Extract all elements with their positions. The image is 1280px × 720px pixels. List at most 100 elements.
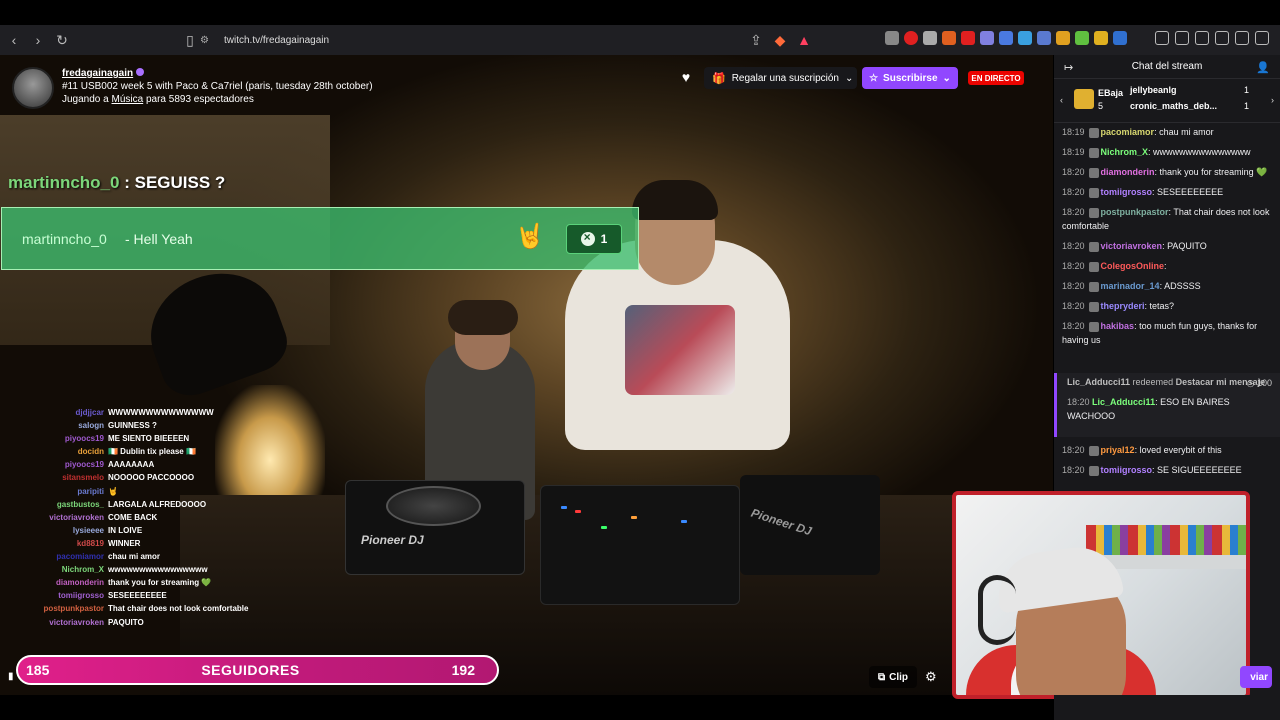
timestamp: 18:20 (1062, 465, 1085, 475)
gifter-name[interactable]: EBaja (1098, 88, 1123, 98)
chat-user[interactable]: pacomiamor (1101, 127, 1155, 137)
share-icon[interactable]: ⇪ (746, 30, 766, 50)
leaderboard-user[interactable]: cronic_maths_deb... (1130, 101, 1217, 111)
leaderboard-user[interactable]: jellybeanlg (1130, 85, 1177, 95)
extension-icon[interactable] (1113, 31, 1127, 45)
chat-text: : chau mi amor (1154, 127, 1214, 137)
chat-message-list: 18:19 pacomiamor: chau mi amor 18:19 Nichro… (1062, 125, 1276, 353)
highlighted-user: martinncho_0 (8, 173, 120, 192)
extension-icon[interactable] (980, 31, 994, 45)
chat-text: : ADSSSS (1159, 281, 1201, 291)
chat-message: 18:20 tomiigrosso: SESEEEEEEEE (1062, 185, 1276, 199)
collapse-chat-icon[interactable]: ↦ (1064, 61, 1073, 74)
overlay-chat-text: COME BACK (108, 512, 158, 522)
extension-icon[interactable] (1075, 31, 1089, 45)
chevron-right-icon[interactable]: › (1271, 95, 1274, 105)
community-icon[interactable]: 👤 (1256, 61, 1270, 74)
chat-text: : SESEEEEEEEE (1152, 187, 1224, 197)
badge-icon (1088, 207, 1099, 218)
gift-sub-button[interactable]: 🎁 Regalar una suscripción ⌄ (704, 67, 857, 89)
clip-label: Clip (889, 671, 909, 683)
menu-icon[interactable] (1255, 31, 1269, 45)
follower-goal-bar: 185 SEGUIDORES 192 (16, 655, 499, 685)
chat-user[interactable]: marinador_14 (1101, 281, 1160, 291)
media-icon[interactable] (1155, 31, 1169, 45)
overlay-chat-user: victoriavroken (49, 512, 104, 522)
extension-icon[interactable] (961, 31, 975, 45)
video-player[interactable]: Pioneer DJ Pioneer DJ fredagainagain #11… (0, 55, 1053, 695)
address-bar[interactable]: ⚙ twitch.tv/fredagainagain (200, 30, 770, 50)
extension-icon[interactable] (904, 31, 918, 45)
redeem-user[interactable]: Lic_Adducci11 (1067, 377, 1130, 387)
url-text: twitch.tv/fredagainagain (224, 34, 330, 46)
extension-icon[interactable] (923, 31, 937, 45)
chat-user[interactable]: thepryderi (1101, 301, 1145, 311)
timestamp: 18:20 (1062, 167, 1085, 177)
chat-message: 18:19 pacomiamor: chau mi amor (1062, 125, 1276, 139)
channel-avatar[interactable] (12, 67, 54, 109)
extension-icon[interactable] (999, 31, 1013, 45)
back-icon[interactable]: ‹ (4, 30, 24, 50)
overlay-chat-row: victoriavroken PAQUITO (28, 616, 268, 629)
leo-icon[interactable] (1215, 31, 1229, 45)
follow-heart-icon[interactable]: ♥ (676, 69, 696, 87)
brave-shield-icon[interactable]: ◆ (770, 30, 790, 50)
chat-user[interactable]: hakibas (1101, 321, 1135, 331)
chat-user[interactable]: Lic_Adducci11 (1092, 397, 1155, 407)
timestamp: 18:20 (1062, 281, 1085, 291)
chat-user[interactable]: tomiigrosso (1101, 465, 1153, 475)
chat-message: 18:20 hakibas: too much fun guys, thanks … (1062, 319, 1276, 347)
overlay-chat-text: 🇮🇪 Dublin tix please 🇮🇪 (108, 447, 196, 457)
category-link[interactable]: Música (112, 94, 144, 105)
site-info-icon[interactable]: ⚙ (200, 35, 214, 46)
clip-button[interactable]: ⧉ Clip (869, 666, 917, 688)
chat-user[interactable]: victoriavroken (1101, 241, 1163, 251)
extension-icon[interactable] (1056, 31, 1070, 45)
chevron-left-icon[interactable]: ‹ (1060, 95, 1063, 105)
extension-icon[interactable] (885, 31, 899, 45)
chat-message: 18:20 tomiigrosso: SE SIGUEEEEEEEE (1062, 463, 1276, 477)
browser-menu-icons (1155, 31, 1269, 45)
overlay-chat-user: sitansmelo (62, 473, 104, 483)
chat-user[interactable]: priyal12 (1101, 445, 1135, 455)
extension-icon[interactable] (1037, 31, 1051, 45)
badge-icon (1088, 147, 1099, 158)
overlay-chat-row: piyoocs19 ME SIENTO BIEEEEN (28, 432, 268, 445)
pause-icon[interactable]: ▮ (8, 671, 14, 682)
channel-name[interactable]: fredagainagain (62, 68, 133, 79)
settings-icon[interactable]: ⚙ (925, 669, 937, 685)
stream-category-line: Jugando a Música para 5893 espectadores (62, 93, 373, 106)
chat-user[interactable]: Nichrom_X (1101, 147, 1149, 157)
extensions-bar (885, 31, 1127, 45)
overlay-chat-row: pacomiamor chau mi amor (28, 550, 268, 563)
chat-user[interactable]: tomiigrosso (1101, 187, 1153, 197)
chat-text: : (1164, 261, 1167, 271)
forward-icon[interactable]: › (28, 30, 48, 50)
scene-pioneer-logo: Pioneer DJ (749, 505, 814, 539)
badge-icon (1088, 167, 1099, 178)
extension-icon[interactable] (1094, 31, 1108, 45)
chat-user[interactable]: postpunkpastor (1101, 207, 1169, 217)
extension-icon[interactable] (1018, 31, 1032, 45)
wallet-icon[interactable] (1195, 31, 1209, 45)
overlay-chat-user: diamonderin (55, 578, 104, 588)
chevron-down-icon: ⌄ (844, 72, 854, 84)
chat-user[interactable]: diamonderin (1101, 167, 1155, 177)
chat-send-button[interactable]: viar (1240, 666, 1272, 688)
chat-user[interactable]: ColegosOnline (1101, 261, 1165, 271)
reload-icon[interactable]: ↻ (52, 30, 72, 50)
subscribe-button[interactable]: ☆ Suscribirse ⌄ (862, 67, 958, 89)
overlay-chat-row: salogn GUINNESS ? (28, 419, 268, 432)
bookmark-icon[interactable]: ▯ (180, 30, 200, 50)
extension-icon[interactable] (942, 31, 956, 45)
chat-message: 18:20 priyal12: loved everybit of this (1062, 443, 1276, 457)
chevron-down-icon: ⌄ (942, 72, 951, 84)
sidebar-icon[interactable] (1175, 31, 1189, 45)
overlay-chat-text: GUINNESS ? (108, 421, 157, 431)
vpn-icon[interactable] (1235, 31, 1249, 45)
overlay-chat-user: Nichrom_X (61, 565, 104, 575)
scene-led (575, 510, 581, 513)
rewards-icon[interactable]: ▲ (794, 30, 814, 50)
badge-icon (1088, 465, 1099, 476)
highlighted-chat-message: martinncho_0 : SEGUISS ? (8, 173, 225, 193)
